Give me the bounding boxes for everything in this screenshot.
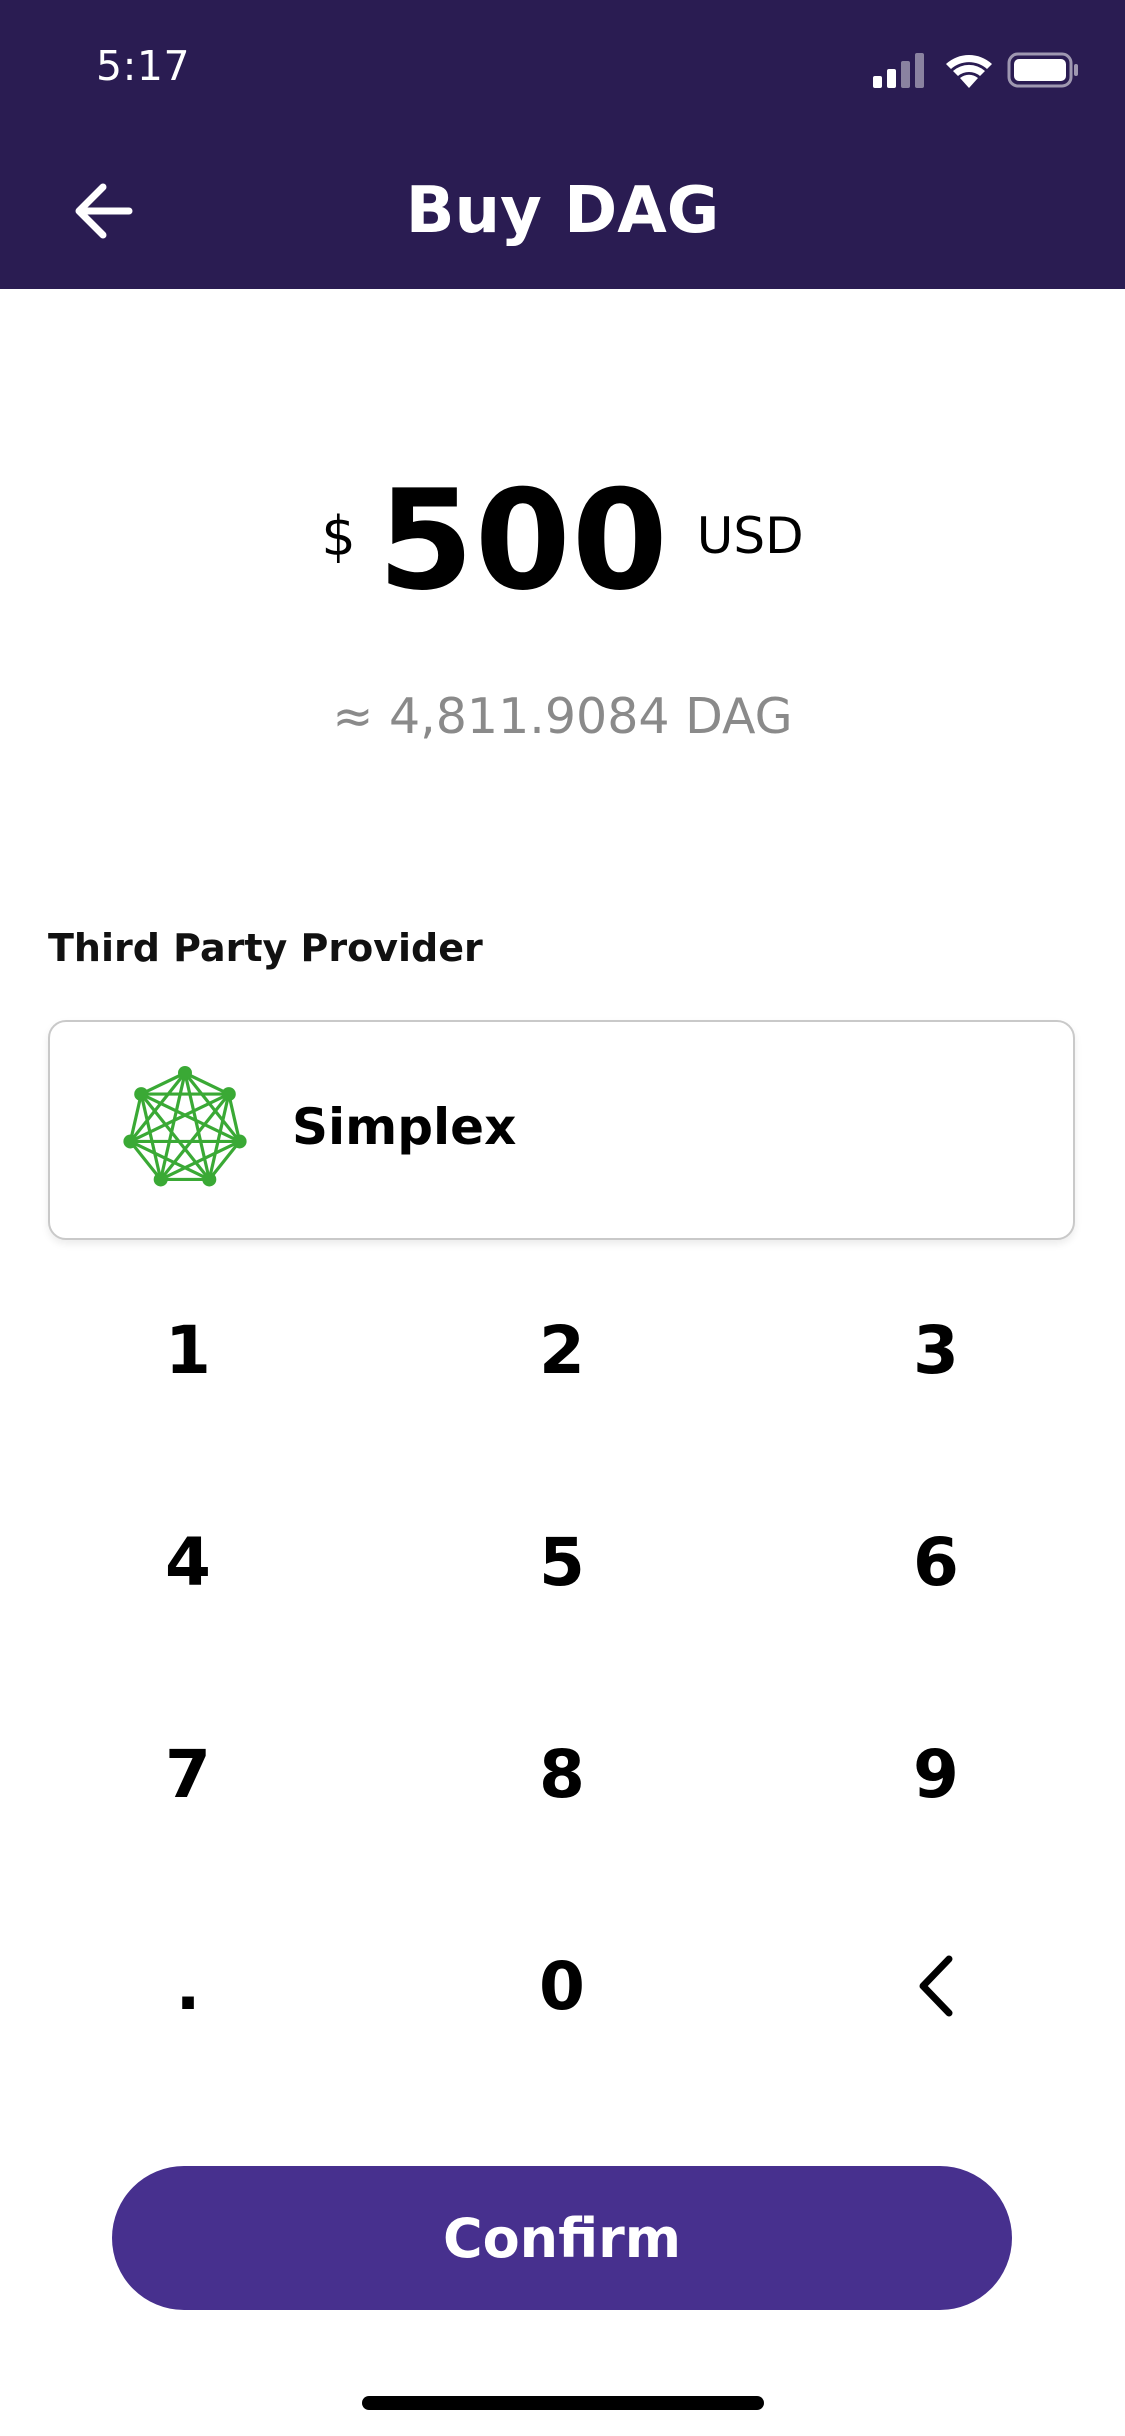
page-title: Buy DAG xyxy=(405,174,720,248)
backspace-key[interactable] xyxy=(836,1906,1036,2066)
key-2[interactable]: 2 xyxy=(462,1270,662,1430)
signal-icon xyxy=(873,53,924,88)
status-icons xyxy=(873,52,1078,88)
key-decimal[interactable]: . xyxy=(88,1906,288,2066)
arrow-left-icon xyxy=(75,183,133,239)
key-5[interactable]: 5 xyxy=(462,1482,662,1642)
key-4[interactable]: 4 xyxy=(88,1482,288,1642)
confirm-button[interactable]: Confirm xyxy=(112,2166,1012,2310)
key-7[interactable]: 7 xyxy=(88,1694,288,1854)
key-1[interactable]: 1 xyxy=(88,1270,288,1430)
status-time: 5:17 xyxy=(96,42,191,90)
amount-unit: USD xyxy=(696,507,804,565)
key-0[interactable]: 0 xyxy=(462,1906,662,2066)
app-header: 5:17 Buy DAG xyxy=(0,0,1125,289)
provider-section-label: Third Party Provider xyxy=(48,926,483,970)
provider-selector[interactable]: Simplex xyxy=(48,1020,1075,1240)
amount-value: 500 xyxy=(377,459,669,621)
battery-icon xyxy=(1007,52,1078,88)
key-8[interactable]: 8 xyxy=(462,1694,662,1854)
currency-symbol: $ xyxy=(321,504,356,568)
wifi-icon xyxy=(946,55,992,88)
key-9[interactable]: 9 xyxy=(836,1694,1036,1854)
simplex-network-logo-icon xyxy=(123,1066,247,1187)
key-6[interactable]: 6 xyxy=(836,1482,1036,1642)
provider-name: Simplex xyxy=(292,1098,517,1156)
key-3[interactable]: 3 xyxy=(836,1270,1036,1430)
chevron-left-icon xyxy=(919,1955,953,2017)
amount-display: $ 500 USD xyxy=(0,459,1125,621)
home-indicator xyxy=(362,2396,764,2410)
back-button[interactable] xyxy=(60,168,146,254)
conversion-estimate: ≈ 4,811.9084 DAG xyxy=(332,688,793,745)
